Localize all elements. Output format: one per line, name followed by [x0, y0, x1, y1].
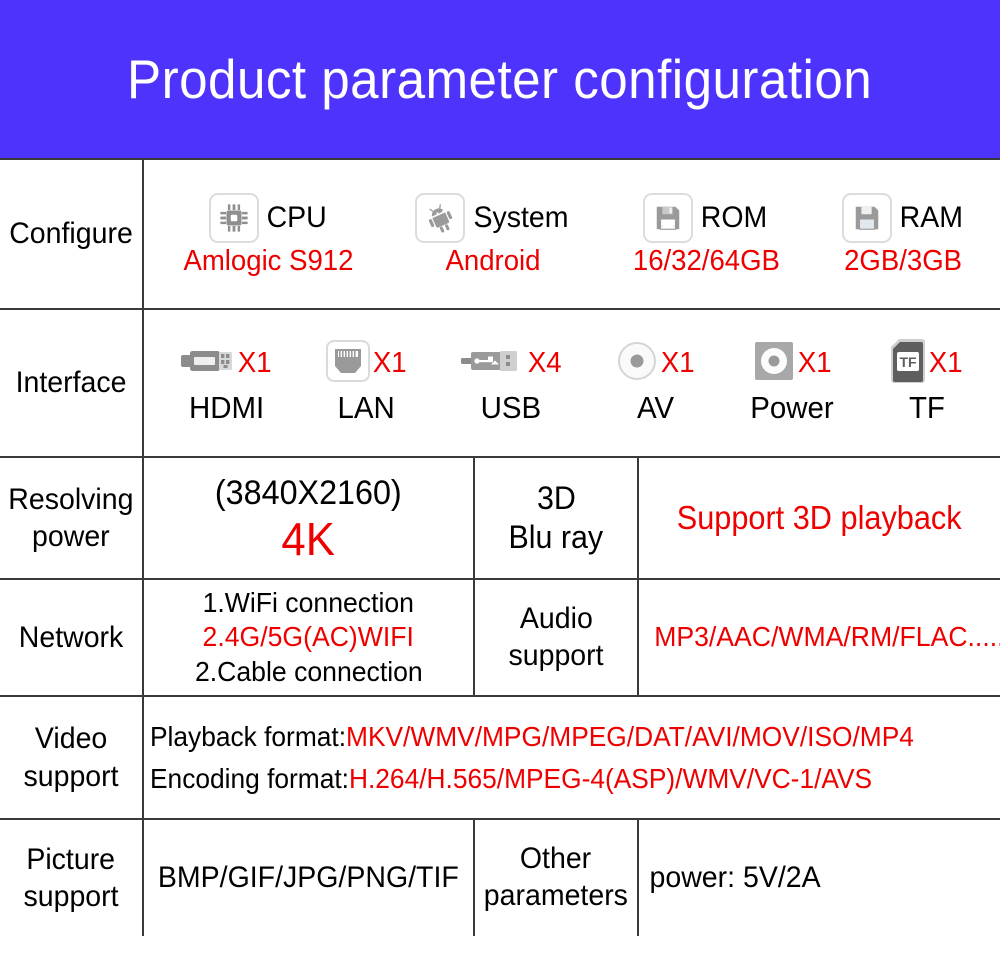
svg-text:TF: TF — [899, 354, 917, 370]
config-item-rom: ROM 16/32/64GB — [629, 192, 784, 278]
interface-name-tf: TF — [908, 390, 945, 425]
interface-item-usb: X4 USB — [460, 340, 562, 426]
row-label-picture-line1: Picture — [26, 842, 116, 876]
row-label-picture-line2: support — [23, 880, 119, 913]
config-value-rom: 16/32/64GB — [632, 244, 780, 277]
network-line-cable: 2.Cable connection — [194, 655, 423, 687]
row-label-configure: Configure — [3, 158, 141, 310]
other-parameters-label-line1: Other — [520, 842, 592, 876]
tf-card-icon: TF — [890, 338, 926, 389]
video-encoding-prefix: Encoding format: — [150, 762, 349, 794]
network-line-wifi: 1.WiFi connection — [202, 587, 415, 619]
video-support-cell: Playback format:MKV/WMV/MPG/MPEG/DAT/AVI… — [141, 695, 1000, 820]
table-row-picture-support: Picture support BMP/GIF/JPG/PNG/TIF Othe… — [0, 818, 1000, 936]
interface-qty-hdmi: X1 — [237, 346, 272, 379]
av-jack-icon — [616, 340, 658, 387]
threed-label-line1: 3D — [536, 479, 576, 516]
row-label-resolving-line1: Resolving — [8, 482, 134, 516]
config-label-cpu: CPU — [266, 200, 327, 234]
interface-name-hdmi: HDMI — [188, 390, 265, 425]
network-options-cell: 1.WiFi connection 2.4G/5G(AC)WIFI 2.Cabl… — [142, 578, 475, 697]
floppy-icon — [643, 192, 694, 243]
other-parameters-label-line2: parameters — [483, 879, 629, 912]
video-playback-value: MKV/WMV/MPG/MPEG/DAT/AVI/MOV/ISO/MP4 — [346, 720, 914, 752]
resolution-value: (3840X2160) — [215, 474, 402, 513]
audio-label-line2: support — [508, 638, 604, 672]
picture-formats-cell: BMP/GIF/JPG/PNG/TIF — [142, 818, 475, 936]
audio-label-line1: Audio — [519, 601, 593, 635]
video-encoding-value: H.264/H.565/MPEG-4(ASP)/WMV/VC-1/AVS — [348, 762, 873, 794]
row-label-resolving-power: Resolving power — [0, 456, 144, 580]
row-label-video-support: Video support — [0, 695, 144, 820]
interface-qty-power: X1 — [797, 346, 832, 379]
android-icon — [415, 192, 466, 243]
threed-support-cell: Support 3D playback — [636, 456, 1000, 580]
row-label-interface: Interface — [3, 308, 141, 458]
power-jack-icon — [753, 340, 795, 387]
hdmi-port-icon — [180, 346, 235, 381]
interface-qty-tf: X1 — [928, 346, 963, 379]
picture-formats-value: BMP/GIF/JPG/PNG/TIF — [158, 860, 459, 894]
interface-name-usb: USB — [481, 390, 542, 425]
audio-label-cell: Audio support — [473, 578, 639, 697]
config-value-ram: 2GB/3GB — [844, 244, 963, 277]
power-spec-value: power: 5V/2A — [649, 860, 821, 894]
interface-qty-av: X1 — [660, 346, 695, 379]
interface-item-lan: X1 LAN — [325, 339, 407, 426]
interface-item-tf: TF X1 TF — [890, 338, 963, 426]
resolution-shorthand: 4K — [281, 512, 336, 565]
row-label-network: Network — [3, 578, 141, 697]
config-label-system: System — [473, 200, 569, 234]
interface-cell: X1 HDMI X1 LAN X4 USB X1 AV X1 Power TF … — [141, 308, 1000, 458]
config-value-system: Android — [445, 244, 541, 277]
config-item-cpu: CPU Amlogic S912 — [179, 192, 358, 278]
config-item-system: System Android — [415, 192, 571, 278]
other-parameters-value-cell: power: 5V/2A — [636, 818, 1000, 936]
interface-item-av: X1 AV — [616, 340, 695, 426]
table-row-interface: Interface X1 HDMI X1 LAN X4 USB X1 AV X1… — [0, 308, 1000, 458]
table-row-configure: Configure CPU Amlogic S912 System Androi… — [0, 158, 1000, 310]
product-parameter-table: Configure CPU Amlogic S912 System Androi… — [0, 158, 1000, 936]
row-label-video-line1: Video — [34, 722, 108, 755]
threed-label-cell: 3D Blu ray — [473, 456, 639, 580]
lan-port-icon — [325, 339, 370, 387]
video-playback-prefix: Playback format: — [150, 720, 347, 752]
page-title: Product parameter configuration — [127, 47, 873, 110]
audio-formats-value: MP3/AAC/WMA/RM/FLAC..... — [654, 621, 1000, 653]
config-value-cpu: Amlogic S912 — [183, 244, 354, 277]
page-header-banner: Product parameter configuration — [0, 0, 1000, 158]
table-row-video-support: Video support Playback format:MKV/WMV/MP… — [0, 695, 1000, 820]
interface-item-hdmi: X1 HDMI — [180, 340, 272, 426]
configure-cell: CPU Amlogic S912 System Android ROM 16/3… — [141, 158, 1000, 310]
config-item-ram: RAM 2GB/3GB — [841, 192, 965, 278]
config-label-ram: RAM — [899, 200, 963, 234]
table-row-resolving-power: Resolving power (3840X2160) 4K 3D Blu ra… — [0, 456, 1000, 580]
row-label-video-line2: support — [23, 759, 119, 793]
threed-support-value: Support 3D playback — [677, 498, 962, 536]
video-playback-line: Playback format:MKV/WMV/MPG/MPEG/DAT/AVI… — [150, 716, 914, 758]
interface-name-power: Power — [750, 390, 835, 425]
resolution-cell: (3840X2160) 4K — [142, 456, 475, 580]
config-label-rom: ROM — [700, 200, 768, 234]
interface-qty-lan: X1 — [372, 346, 407, 379]
interface-qty-usb: X4 — [527, 346, 562, 379]
cpu-icon — [208, 192, 259, 243]
video-encoding-line: Encoding format:H.264/H.565/MPEG-4(ASP)/… — [150, 758, 872, 800]
floppy-icon — [841, 192, 892, 243]
row-label-resolving-line2: power — [32, 520, 110, 553]
interface-name-av: AV — [636, 390, 674, 425]
audio-formats-cell: MP3/AAC/WMA/RM/FLAC..... — [636, 578, 1000, 697]
interface-name-lan: LAN — [337, 390, 396, 425]
interface-item-power: X1 Power — [748, 340, 836, 426]
row-label-picture-support: Picture support — [0, 818, 144, 936]
other-parameters-label-cell: Other parameters — [473, 818, 639, 936]
usb-port-icon — [460, 346, 525, 381]
threed-label-line2: Blu ray — [508, 519, 604, 555]
table-row-network: Network 1.WiFi connection 2.4G/5G(AC)WIF… — [0, 578, 1000, 697]
network-line-wifi-bands: 2.4G/5G(AC)WIFI — [202, 621, 415, 653]
